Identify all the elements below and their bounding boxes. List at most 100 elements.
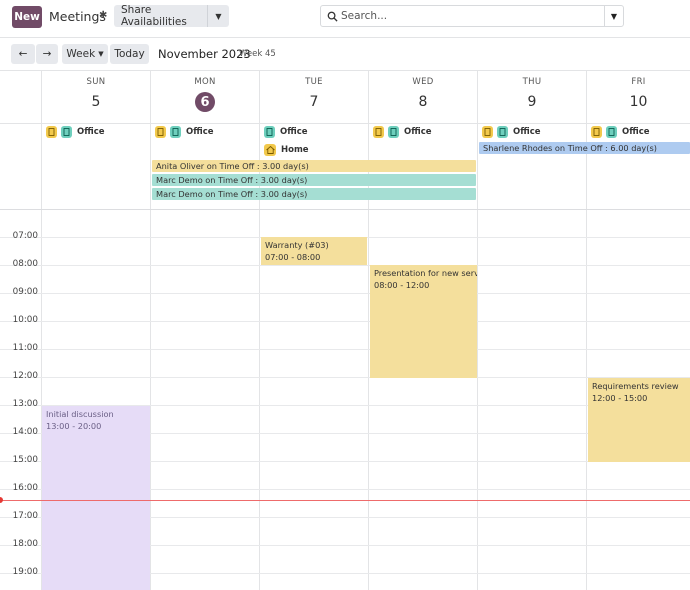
hour-label: 15:00 — [12, 455, 38, 465]
building-icon — [606, 126, 617, 138]
hour-label: 12:00 — [12, 371, 38, 381]
day-header-wed[interactable]: WED 8 — [369, 77, 477, 121]
building-icon — [155, 126, 166, 138]
work-location-office[interactable]: Office — [46, 126, 105, 138]
work-location-label: Office — [77, 127, 105, 137]
building-icon — [497, 126, 508, 138]
new-button[interactable]: New — [12, 6, 42, 28]
allday-event[interactable]: Anita Oliver on Time Off : 3.00 day(s) — [152, 160, 476, 172]
hour-label: 10:00 — [12, 315, 38, 325]
day-number: 5 — [91, 94, 101, 110]
event-title: Requirements review — [592, 381, 679, 391]
event-title: Presentation for new serv... — [374, 268, 477, 278]
day-number: 10 — [629, 94, 648, 110]
building-icon — [46, 126, 57, 138]
caret-down-icon: ▼ — [98, 50, 104, 58]
allday-event[interactable]: Sharlene Rhodes on Time Off : 6.00 day(s… — [479, 142, 690, 154]
building-icon — [170, 126, 181, 138]
event-title: Initial discussion — [46, 409, 114, 419]
hour-label: 17:00 — [12, 511, 38, 521]
day-number: 8 — [418, 94, 428, 110]
chevron-down-icon[interactable]: ▼ — [207, 5, 229, 27]
hour-line — [0, 265, 690, 266]
share-availabilities-button[interactable]: Share Availabilities ▼ — [114, 4, 229, 28]
building-icon — [61, 126, 72, 138]
page-title: Meetings — [49, 9, 106, 24]
calendar-event[interactable]: Initial discussion 13:00 - 20:00 — [42, 406, 150, 590]
hour-line — [0, 293, 690, 294]
column-divider — [477, 71, 478, 590]
work-location-office[interactable]: Office — [373, 126, 432, 138]
next-button[interactable]: → — [36, 44, 58, 64]
hour-line — [0, 377, 690, 378]
search-box[interactable]: Search... ▼ — [320, 5, 624, 27]
search-input[interactable]: Search... — [341, 10, 604, 22]
day-header-tue[interactable]: TUE 7 — [260, 77, 368, 121]
gear-icon[interactable]: ✱ — [99, 10, 107, 21]
hour-line — [0, 349, 690, 350]
hour-label: 09:00 — [12, 287, 38, 297]
search-icon — [323, 11, 341, 22]
day-name: TUE — [305, 77, 323, 87]
day-name: WED — [412, 77, 434, 87]
work-location-label: Home — [281, 145, 309, 155]
allday-divider — [0, 209, 690, 210]
event-time: 13:00 - 20:00 — [46, 421, 102, 431]
day-number: 9 — [527, 94, 537, 110]
day-header-mon[interactable]: MON 6 — [151, 77, 259, 121]
building-icon — [264, 126, 275, 138]
calendar-event[interactable]: Presentation for new serv... 08:00 - 12:… — [370, 265, 477, 378]
week-calendar: SUN 5 MON 6 TUE 7 WED 8 THU 9 FRI 10 Off… — [0, 71, 690, 590]
day-name: THU — [522, 77, 542, 87]
current-time-marker — [0, 497, 3, 503]
column-divider — [368, 71, 369, 590]
calendar-event[interactable]: Warranty (#03) 07:00 - 08:00 — [261, 237, 367, 265]
view-selector[interactable]: Week ▼ — [62, 44, 108, 64]
work-location-label: Office — [404, 127, 432, 137]
hour-label: 08:00 — [12, 259, 38, 269]
work-location-label: Office — [186, 127, 214, 137]
day-header-sun[interactable]: SUN 5 — [42, 77, 150, 121]
today-button[interactable]: Today — [110, 44, 149, 64]
work-location-label: Office — [280, 127, 308, 137]
event-time: 07:00 - 08:00 — [265, 252, 321, 262]
week-label: Week 45 — [239, 49, 276, 59]
column-divider — [259, 71, 260, 590]
previous-button[interactable]: ← — [11, 44, 35, 64]
share-availabilities-label: Share Availabilities — [121, 4, 187, 28]
calendar-event[interactable]: Requirements review 12:00 - 15:00 — [588, 378, 690, 462]
day-header-fri[interactable]: FRI 10 — [587, 77, 690, 121]
event-time: 08:00 - 12:00 — [374, 280, 430, 290]
search-options-toggle[interactable]: ▼ — [604, 6, 623, 26]
day-name: SUN — [86, 77, 106, 87]
building-icon — [373, 126, 384, 138]
column-divider — [150, 71, 151, 590]
allday-event[interactable]: Marc Demo on Time Off : 3.00 day(s) — [152, 174, 476, 186]
allday-event[interactable]: Marc Demo on Time Off : 3.00 day(s) — [152, 188, 476, 200]
event-title: Warranty (#03) — [265, 240, 329, 250]
building-icon — [591, 126, 602, 138]
header-divider — [0, 123, 690, 124]
work-location-office[interactable]: Office — [482, 126, 541, 138]
divider — [0, 37, 690, 38]
day-name: FRI — [631, 77, 646, 87]
month-label: November 2023 — [158, 47, 251, 61]
work-location-home[interactable]: Home — [264, 144, 309, 156]
view-selector-label: Week — [66, 48, 96, 60]
work-location-office[interactable]: Office — [264, 126, 308, 138]
hour-label: 19:00 — [12, 567, 38, 577]
work-location-office[interactable]: Office — [591, 126, 650, 138]
day-number: 7 — [309, 94, 319, 110]
hour-label: 16:00 — [12, 483, 38, 493]
event-time: 12:00 - 15:00 — [592, 393, 648, 403]
hour-line — [0, 321, 690, 322]
top-bar: New Meetings ✱ Share Availabilities ▼ Se… — [0, 0, 690, 36]
building-icon — [482, 126, 493, 138]
day-name: MON — [194, 77, 216, 87]
day-header-thu[interactable]: THU 9 — [478, 77, 586, 121]
hour-label: 11:00 — [12, 343, 38, 353]
work-location-office[interactable]: Office — [155, 126, 214, 138]
building-icon — [388, 126, 399, 138]
work-location-label: Office — [622, 127, 650, 137]
hour-label: 14:00 — [12, 427, 38, 437]
